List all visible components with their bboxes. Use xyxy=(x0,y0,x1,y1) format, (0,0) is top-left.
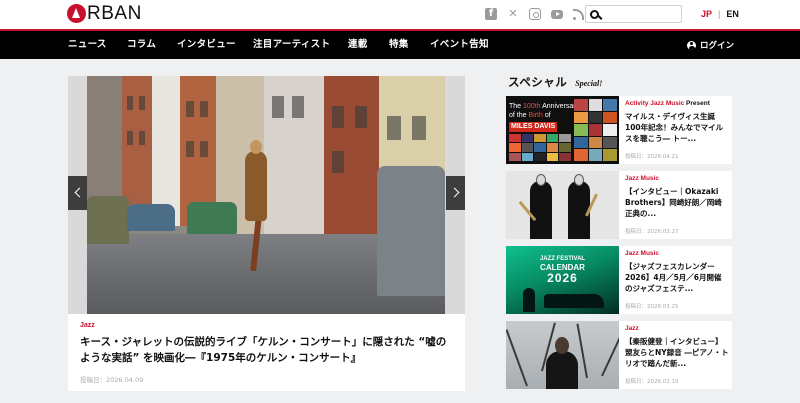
lang-separator: | xyxy=(718,9,721,19)
featured-title[interactable]: キース・ジャレットの伝説的ライブ「ケルン・コンサート」に隠された “嘘のような実… xyxy=(80,334,450,366)
special-card-title[interactable]: 【ジャズフェスカレンダー2026】4月／5月／6月開催のジャズフェステ... xyxy=(625,261,729,294)
nav-item-special[interactable]: 特集 xyxy=(389,31,409,59)
search-box[interactable] xyxy=(585,5,682,23)
special-card-meta: Jazz Music xyxy=(625,250,659,257)
special-card-thumbnail[interactable] xyxy=(506,171,619,239)
nav-item-featured-artists[interactable]: 注目アーティスト xyxy=(253,31,330,59)
special-card-meta: Activity Jazz Music Present xyxy=(625,100,710,107)
instagram-icon[interactable] xyxy=(529,8,541,20)
special-card-date: 投稿日：2026.02.19 xyxy=(625,379,679,385)
site-logo[interactable]: RBAN xyxy=(67,4,142,23)
featured-article[interactable]: Jazz キース・ジャレットの伝説的ライブ「ケルン・コンサート」に隠された “嘘… xyxy=(68,76,465,391)
nav-item-series[interactable]: 連載 xyxy=(348,31,368,59)
special-card-meta: Jazz xyxy=(625,325,639,332)
user-icon xyxy=(687,40,696,50)
special-subtitle: Special! xyxy=(575,79,603,88)
x-icon[interactable]: ✕ xyxy=(507,8,519,20)
featured-photo[interactable] xyxy=(87,76,445,314)
language-switch: JP | EN xyxy=(701,9,739,19)
special-card-thumbnail[interactable]: JAZZ FESTIVAL CALENDAR 2026 xyxy=(506,246,619,314)
special-card[interactable]: JAZZ FESTIVAL CALENDAR 2026 Jazz Music 【… xyxy=(506,246,732,314)
login-button[interactable]: ログイン xyxy=(687,31,734,59)
featured-category[interactable]: Jazz xyxy=(80,322,95,329)
special-card-date: 投稿日：2026.03.27 xyxy=(625,229,679,235)
nav-item-interview[interactable]: インタビュー xyxy=(177,31,236,59)
facebook-icon[interactable]: f xyxy=(485,8,497,20)
main-nav: ニュース コラム インタビュー 注目アーティスト 連載 特集 イベント告知 ログ… xyxy=(0,31,800,59)
carousel-next-button[interactable] xyxy=(446,176,465,210)
search-input[interactable] xyxy=(604,9,679,19)
special-card-meta: Jazz Music xyxy=(625,175,659,182)
login-label: ログイン xyxy=(700,41,735,51)
youtube-icon[interactable] xyxy=(551,9,563,19)
logo-a-mark-icon xyxy=(67,4,86,23)
featured-date: 投稿日：2026.04.09 xyxy=(80,376,144,384)
logo-text: RBAN xyxy=(87,3,142,24)
special-card-title[interactable]: 【インタビュー｜Okazaki Brothers】岡崎好朗／岡崎正典の... xyxy=(625,186,729,219)
top-header: RBAN f ✕ JP | EN xyxy=(0,0,800,29)
lang-jp[interactable]: JP xyxy=(701,9,712,19)
special-section-header: スペシャル Special! xyxy=(508,74,602,90)
lang-en[interactable]: EN xyxy=(726,9,739,19)
special-card[interactable]: Jazz Music 【インタビュー｜Okazaki Brothers】岡崎好朗… xyxy=(506,171,732,239)
special-card-date: 投稿日：2026.03.25 xyxy=(625,304,679,310)
carousel-prev-button[interactable] xyxy=(68,176,87,210)
nav-item-events[interactable]: イベント告知 xyxy=(430,31,489,59)
special-card-title[interactable]: マイルス・デイヴィス生誕100年記念！みんなでマイルスを聴こう― トー... xyxy=(625,111,729,144)
special-card[interactable]: Jazz 【秦阪健登｜インタビュー】盟友らとNY録音 ―ピアノ・トリオで踏んだ新… xyxy=(506,321,732,389)
featured-image-carousel[interactable] xyxy=(68,76,465,314)
thumb-text: The 100th Anniversary of the Birth of xyxy=(509,103,580,119)
special-card-title[interactable]: 【秦阪健登｜インタビュー】盟友らとNY録音 ―ピアノ・トリオで踏んだ新... xyxy=(625,336,729,369)
thumb-name: MILES DAVIS xyxy=(509,122,558,132)
social-links: f ✕ xyxy=(485,8,585,20)
thumb-text: JAZZ FESTIVAL CALENDAR 2026 xyxy=(539,256,586,285)
special-card-thumbnail[interactable] xyxy=(506,321,619,389)
search-icon[interactable] xyxy=(590,9,599,19)
rss-icon[interactable] xyxy=(573,8,585,20)
nav-item-news[interactable]: ニュース xyxy=(68,31,107,59)
nav-item-column[interactable]: コラム xyxy=(127,31,156,59)
special-card[interactable]: The 100th Anniversary of the Birth of MI… xyxy=(506,96,732,164)
special-card-thumbnail[interactable]: The 100th Anniversary of the Birth of MI… xyxy=(506,96,619,164)
special-title: スペシャル xyxy=(508,75,568,89)
special-card-date: 投稿日：2026.04.21 xyxy=(625,154,679,160)
